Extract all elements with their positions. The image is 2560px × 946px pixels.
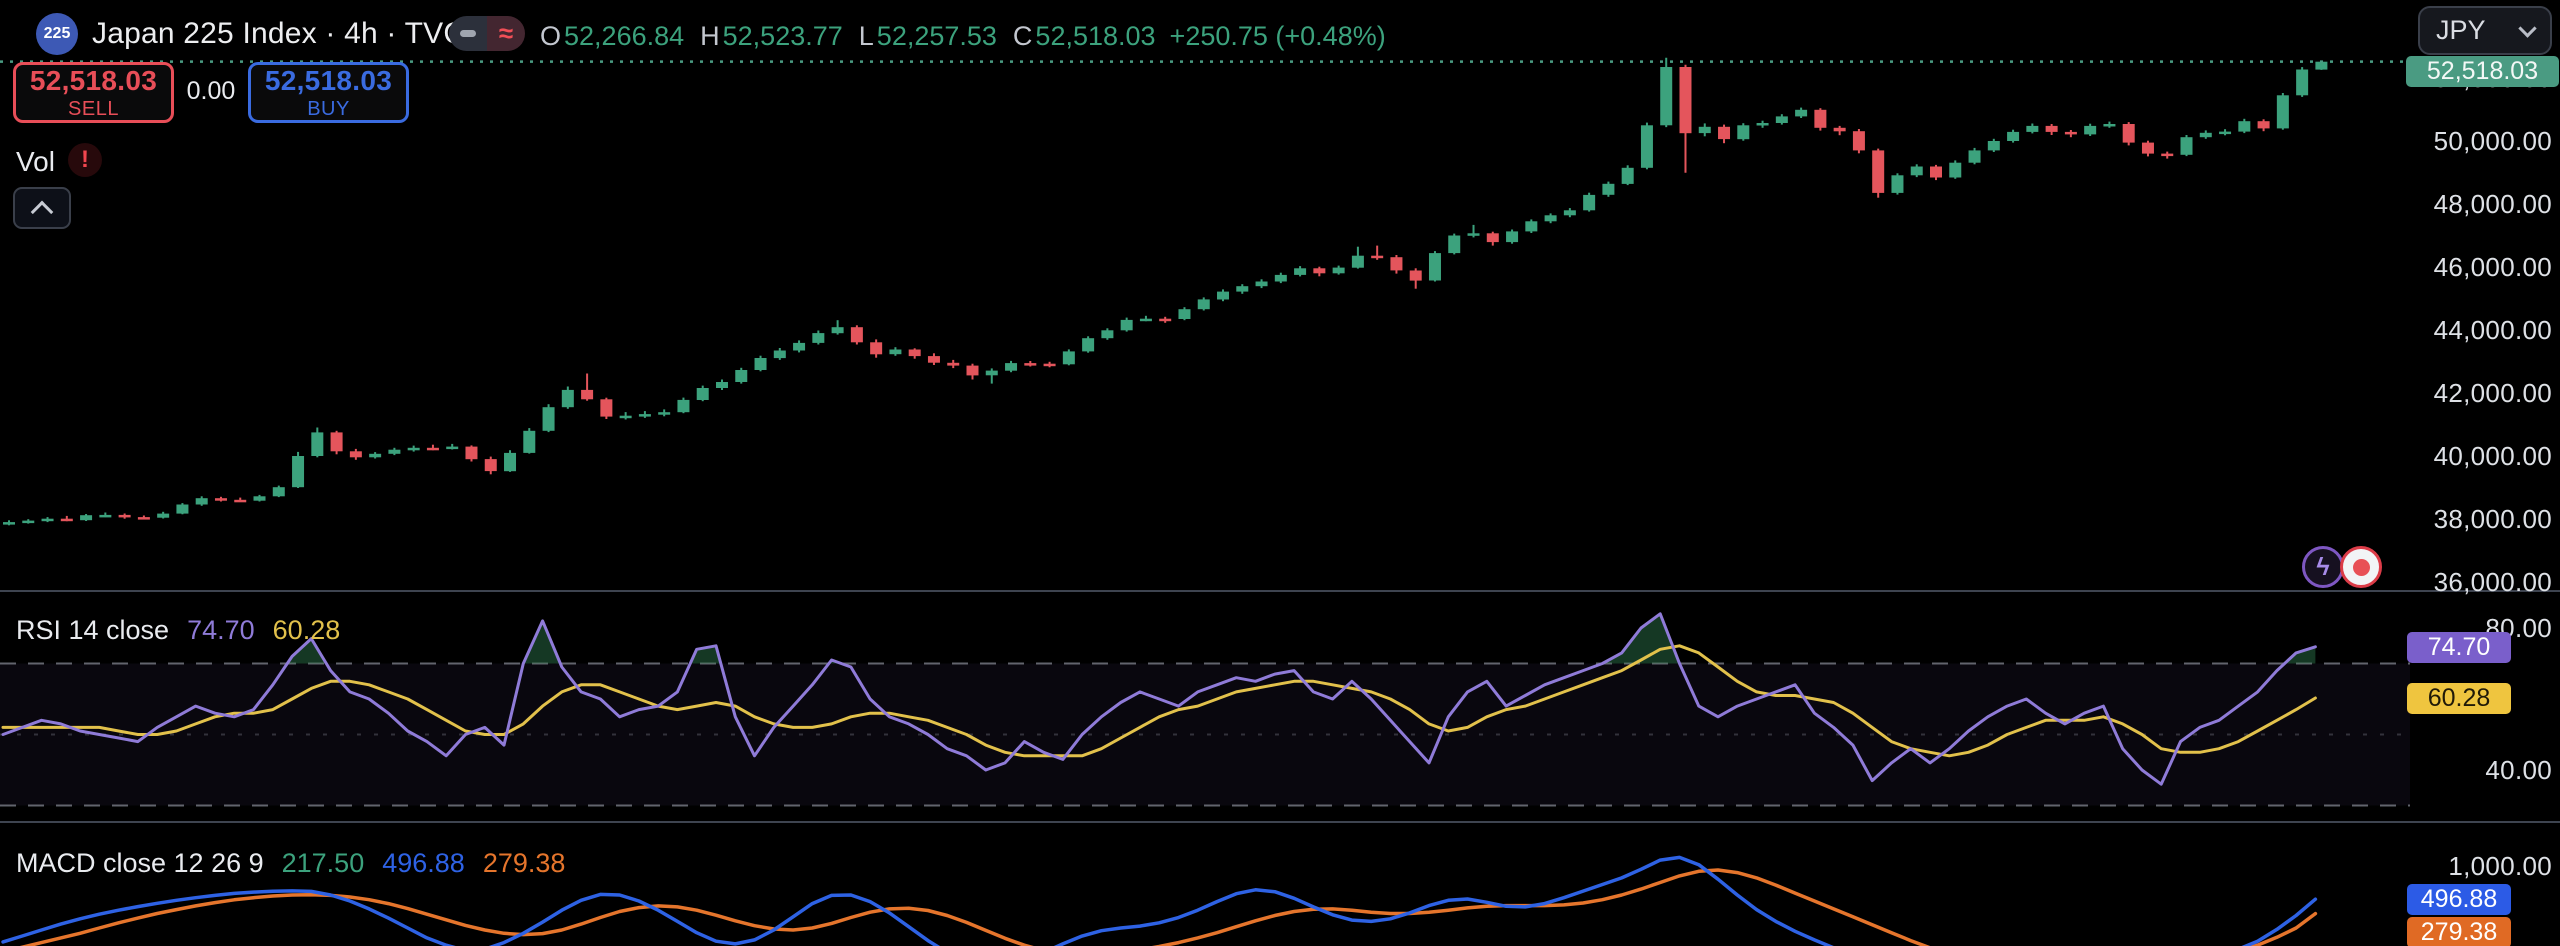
macd-hist-legend-value: 217.50 [281, 848, 365, 878]
spread-value: 0.00 [186, 77, 236, 105]
chart-canvas[interactable] [0, 0, 2560, 946]
close-label: C [1012, 21, 1033, 51]
macd-legend-title: MACD close 12 26 9 [16, 848, 264, 878]
currency-value: JPY [2436, 15, 2486, 45]
axis-tick-label[interactable]: 40,000.00 [2410, 441, 2552, 471]
record-dot-icon [2352, 558, 2370, 576]
buy-price: 52,518.03 [264, 64, 393, 96]
current-price-badge: 52,518.03 [2406, 56, 2559, 87]
ohlc-readout: O 52,266.84 H 52,523.77 L 52,257.53 C 52… [540, 21, 1386, 52]
volume-indicator-label[interactable]: Vol [16, 146, 55, 178]
chart-title[interactable]: Japan 225 Index · 4h · TVC [92, 17, 465, 51]
lightning-icon: ϟ [2316, 552, 2330, 581]
rsi-pane-legend[interactable]: RSI 14 close 74.70 60.28 [16, 615, 340, 646]
candles [3, 57, 2328, 526]
macd-signal-legend-value: 279.38 [482, 848, 566, 878]
change-value: +250.75 (+0.48%) [1169, 21, 1386, 51]
instant-order-button[interactable]: ϟ [2302, 546, 2344, 588]
rsi-legend-title: RSI 14 close [16, 615, 170, 645]
collapse-button[interactable] [13, 187, 71, 229]
low-value: 52,257.53 [876, 21, 997, 51]
axis-tick-label[interactable]: 38,000.00 [2410, 504, 2552, 534]
macd-pane-legend[interactable]: MACD close 12 26 9 217.50 496.88 279.38 [16, 848, 565, 879]
buy-label: BUY [307, 97, 350, 120]
axis-tick-label[interactable]: 44,000.00 [2410, 315, 2552, 345]
rsi-value-badge: 74.70 [2407, 632, 2511, 663]
rsi-ma-value-badge: 60.28 [2407, 683, 2511, 714]
axis-tick-label[interactable]: 48,000.00 [2410, 189, 2552, 219]
sell-label: SELL [68, 97, 119, 120]
macd-value-badge: 496.88 [2407, 884, 2511, 915]
symbol-badge[interactable]: 225 [36, 13, 78, 55]
axis-tick-label[interactable]: 50,000.00 [2410, 126, 2552, 156]
axis-tick-label[interactable]: 42,000.00 [2410, 378, 2552, 408]
open-value: 52,266.84 [564, 21, 685, 51]
trading-chart-screen: 225 Japan 225 Index · 4h · TVC ≈ O 52,26… [0, 0, 2560, 946]
rsi-legend-value: 74.70 [187, 615, 255, 645]
macd-signal-line [19, 868, 2318, 946]
high-value: 52,523.77 [722, 21, 843, 51]
wave-icon[interactable]: ≈ [487, 16, 525, 51]
sell-price: 52,518.03 [29, 64, 158, 96]
axis-tick-label[interactable]: 1,000.00 [2410, 851, 2552, 881]
axis-tick-label[interactable]: 36,000.00 [2410, 567, 2552, 597]
chevron-down-icon [2518, 18, 2537, 38]
alert-icon[interactable]: ! [68, 143, 102, 177]
axis-tick-label[interactable]: 46,000.00 [2410, 252, 2552, 282]
chart-style-toggle[interactable]: ≈ [449, 16, 525, 51]
chevron-up-icon [30, 200, 54, 223]
open-label: O [540, 21, 562, 51]
rsi-ma-legend-value: 60.28 [272, 615, 341, 645]
minimize-icon[interactable] [449, 16, 487, 51]
macd-legend-value: 496.88 [382, 848, 465, 878]
high-label: H [700, 21, 720, 51]
record-button[interactable] [2340, 546, 2382, 588]
sell-button[interactable]: 52,518.03 SELL [13, 62, 174, 123]
low-label: L [858, 21, 874, 51]
macd-signal-badge: 279.38 [2407, 917, 2511, 946]
axis-tick-label[interactable]: 40.00 [2410, 755, 2552, 785]
close-value: 52,518.03 [1035, 21, 1156, 51]
buy-button[interactable]: 52,518.03 BUY [248, 62, 409, 123]
currency-selector[interactable]: JPY [2418, 6, 2552, 55]
